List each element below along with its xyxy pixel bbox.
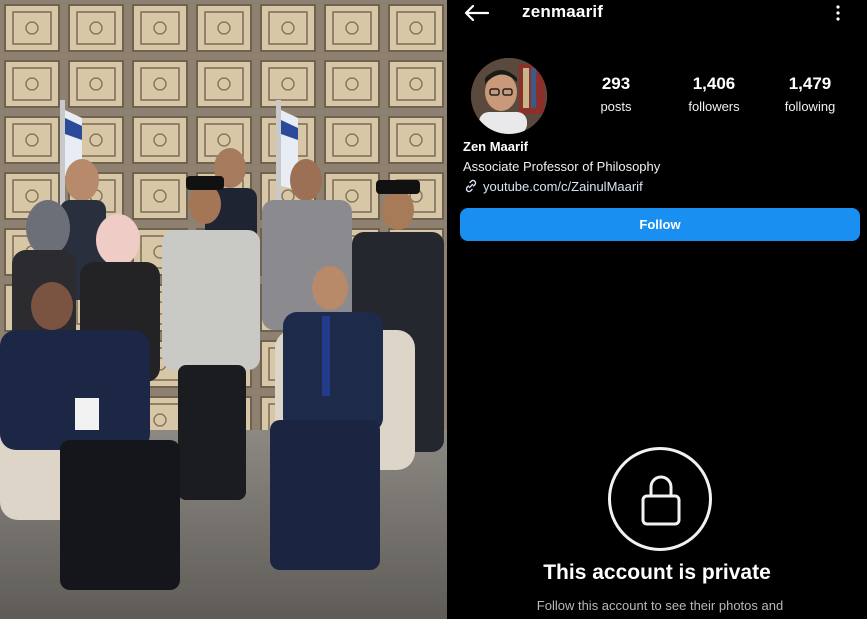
profile-bio: Associate Professor of Philosophy: [463, 159, 661, 174]
profile-username: zenmaarif: [522, 2, 604, 21]
following-count[interactable]: 1,479 following: [765, 74, 855, 114]
follow-button[interactable]: Follow: [460, 208, 860, 241]
followers-value: 1,406: [692, 74, 736, 93]
lock-icon: [641, 475, 681, 526]
profile-name: Zen Maarif: [463, 139, 529, 154]
followers-count[interactable]: 1,406 followers: [669, 74, 759, 114]
instagram-profile-screen: zenmaarif 293 posts 1,406 followers 1,47…: [447, 0, 867, 619]
more-vertical-icon[interactable]: [833, 3, 843, 23]
arrow-left-icon[interactable]: [463, 4, 489, 22]
following-label: following: [784, 99, 836, 114]
posts-value: 293: [601, 74, 631, 93]
private-account-subtitle: Follow this account to see their photos …: [536, 598, 784, 613]
followers-label: followers: [688, 99, 740, 114]
private-lock-badge: [608, 447, 712, 551]
top-bar: zenmaarif: [447, 0, 867, 26]
link-icon: [465, 179, 477, 193]
private-account-title: This account is private: [543, 561, 771, 584]
posts-count: 293 posts: [571, 74, 661, 114]
group-photo: [0, 0, 447, 619]
following-value: 1,479: [788, 74, 832, 93]
profile-avatar[interactable]: [471, 58, 547, 134]
profile-link[interactable]: youtube.com/c/ZainulMaarif: [463, 178, 643, 194]
profile-link-text[interactable]: youtube.com/c/ZainulMaarif: [483, 179, 643, 194]
posts-label: posts: [600, 99, 632, 114]
